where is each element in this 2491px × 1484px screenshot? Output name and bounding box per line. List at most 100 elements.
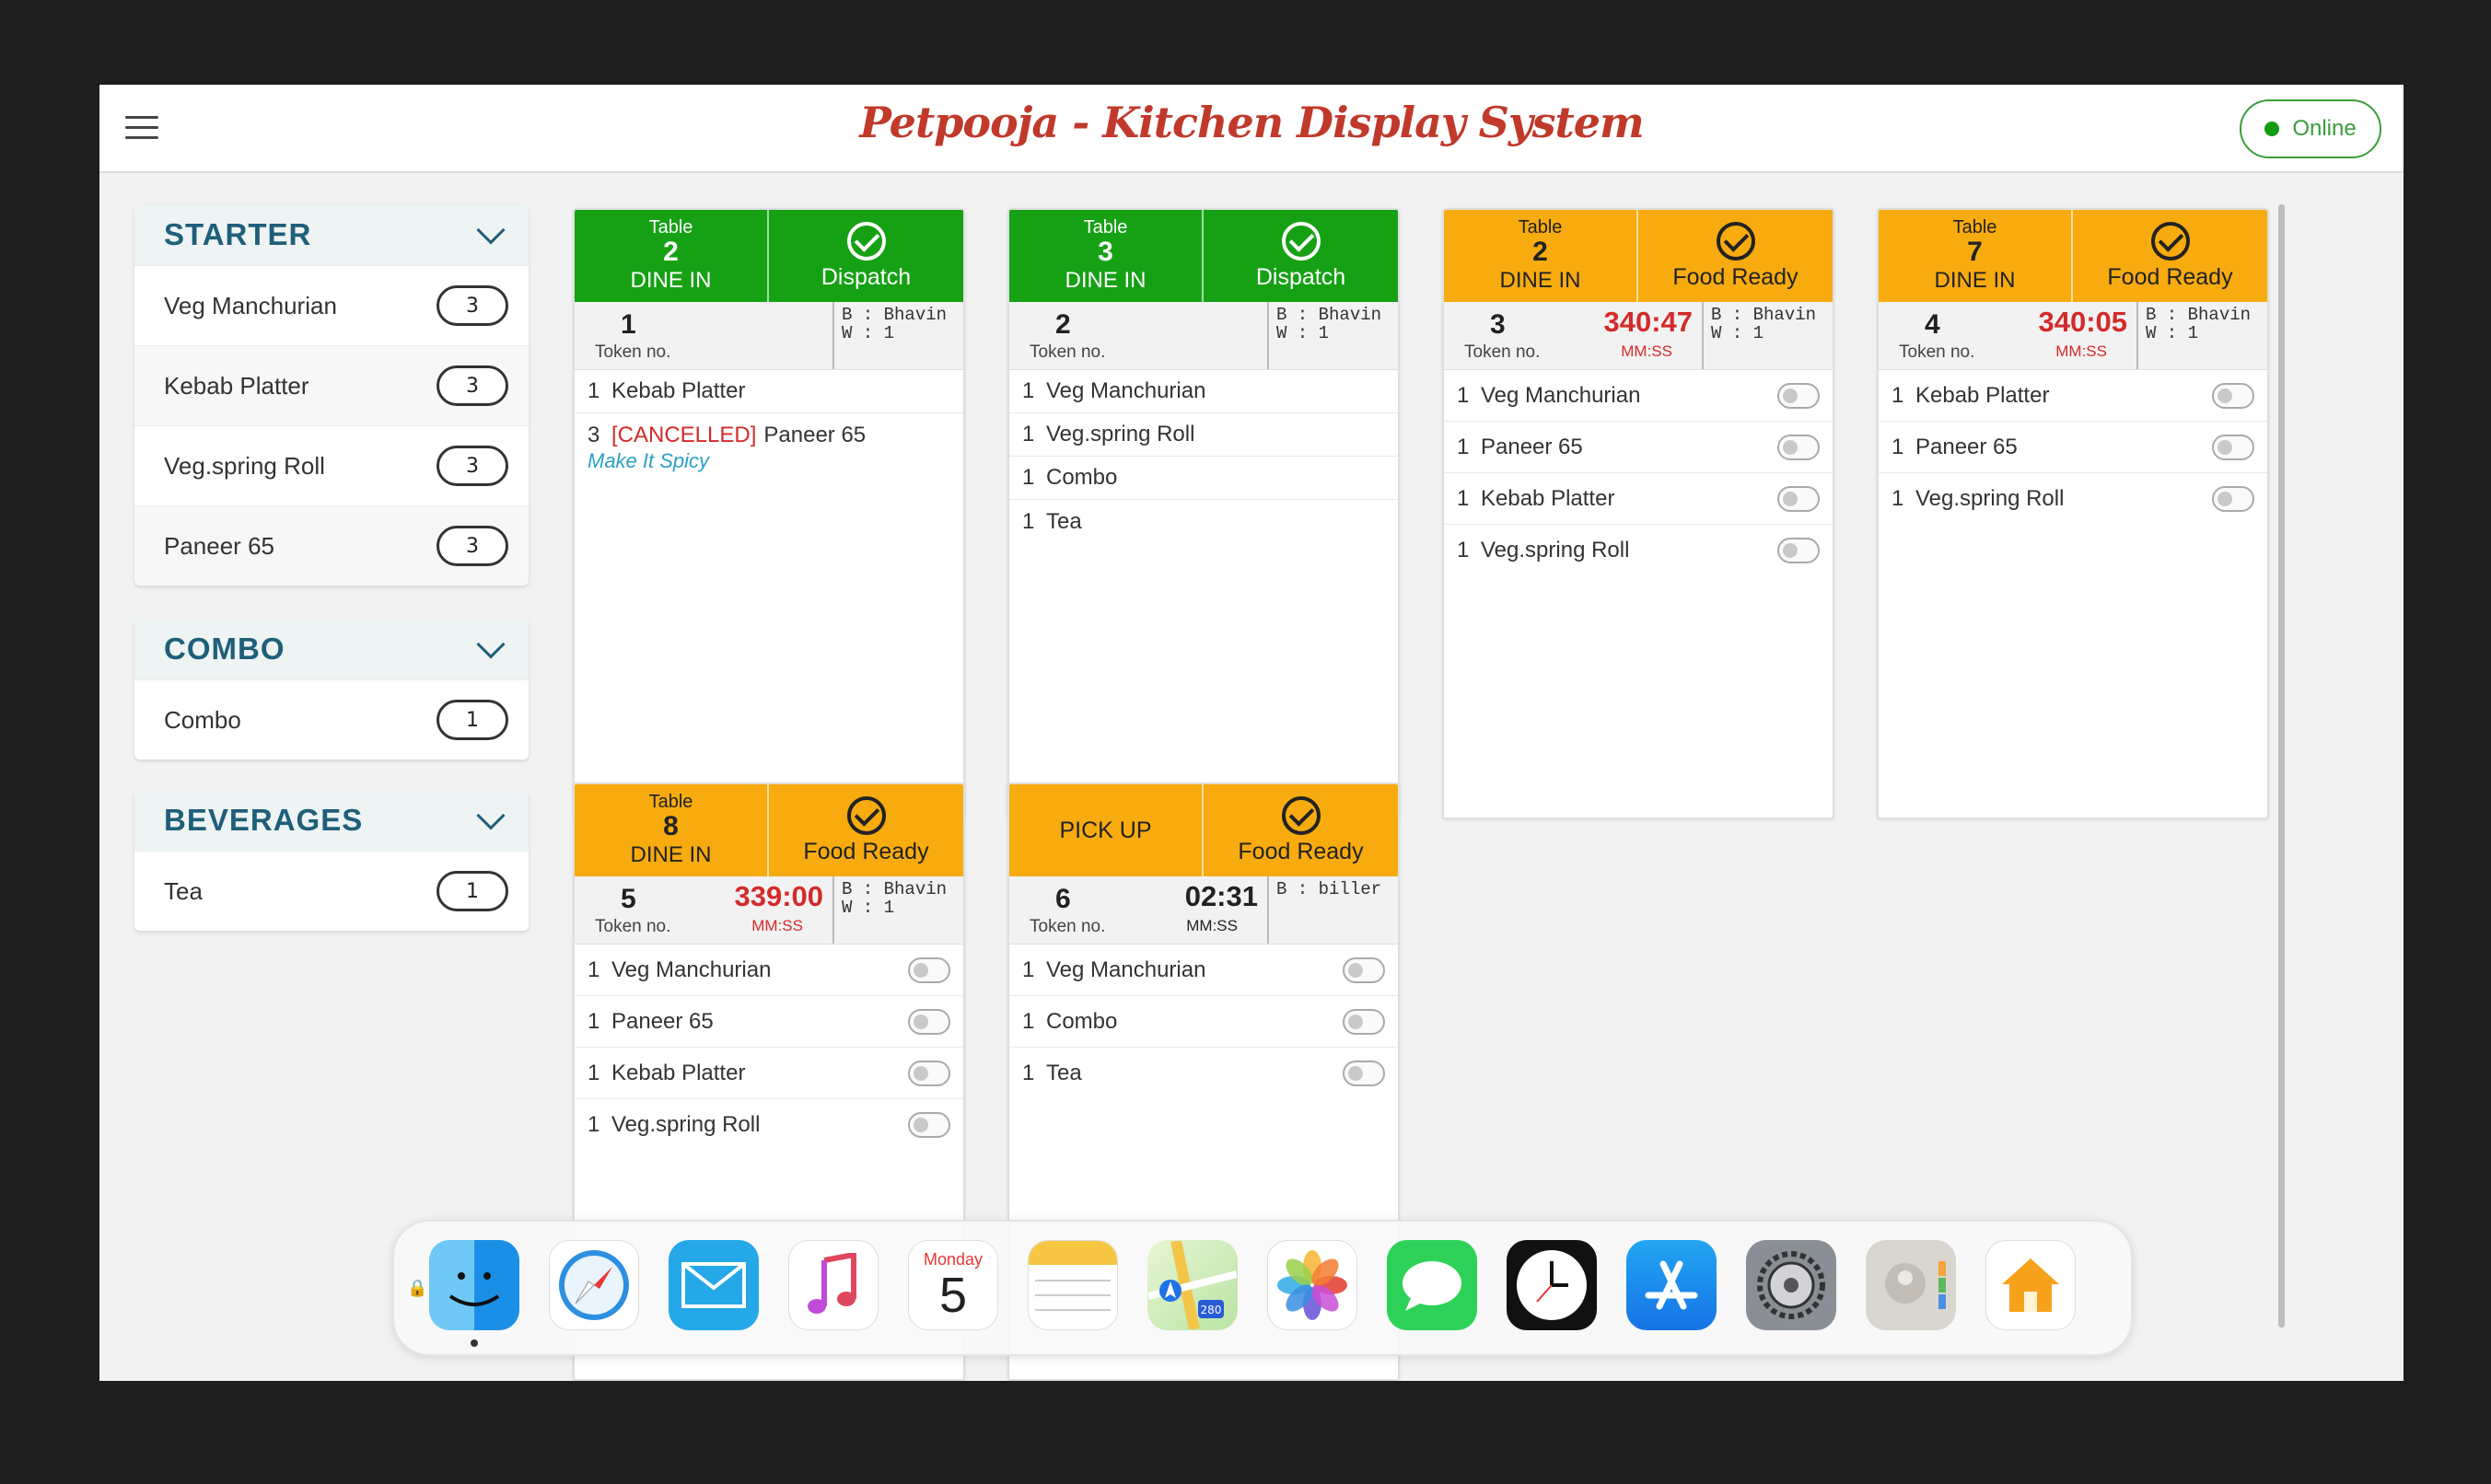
item-ready-toggle[interactable] <box>908 1060 950 1086</box>
messages-icon[interactable] <box>1387 1240 1477 1330</box>
order-card-header: Table 3 DINE IN Dispatch <box>1009 210 1398 302</box>
item-count-badge: 1 <box>437 700 508 740</box>
item-name: Combo <box>1046 1008 1118 1034</box>
settings-icon[interactable] <box>1746 1240 1836 1330</box>
item-ready-toggle[interactable] <box>1343 956 1385 983</box>
table-word: Table <box>648 792 693 812</box>
category-combo: COMBO Combo 1 <box>134 619 529 759</box>
table-number: 8 <box>663 811 679 841</box>
item-name: Kebab Platter <box>611 378 746 403</box>
item-count-badge: 3 <box>437 446 508 486</box>
token-label: Token no. <box>1030 917 1106 936</box>
item-name: Paneer 65 <box>611 1008 714 1034</box>
music-icon[interactable] <box>788 1240 879 1330</box>
food-ready-button[interactable]: Food Ready <box>1204 784 1398 876</box>
order-card: Table 7 DINE IN Food Ready 4 Token no. 3… <box>1877 208 2269 819</box>
category-item[interactable]: Veg.spring Roll 3 <box>134 425 529 505</box>
token-label: Token no. <box>1464 342 1541 362</box>
status-label: Food Ready <box>1238 838 1364 864</box>
item-ready-toggle[interactable] <box>1777 485 1820 512</box>
item-ready-toggle[interactable] <box>1777 382 1820 409</box>
table-info: Table 2 DINE IN <box>575 210 769 302</box>
category-header[interactable]: BEVERAGES <box>134 790 529 851</box>
dispatch-button[interactable]: Dispatch <box>1204 210 1398 302</box>
item-qty: 1 <box>1022 465 1035 490</box>
item-name: Veg Manchurian <box>1046 956 1206 982</box>
chevron-down-icon[interactable] <box>476 630 506 659</box>
item-ready-toggle[interactable] <box>908 1008 950 1035</box>
order-item: 1 Kebab Platter <box>575 370 963 413</box>
elapsed-timer: 339:00 <box>734 880 823 912</box>
chevron-down-icon[interactable] <box>476 801 506 830</box>
item-qty: 3 <box>588 422 600 447</box>
chevron-down-icon[interactable] <box>476 215 506 245</box>
table-word: Table <box>1952 217 1997 238</box>
food-ready-button[interactable]: Food Ready <box>2073 210 2267 302</box>
screen: Petpooja - Kitchen Display System Online… <box>99 85 2404 1381</box>
category-item[interactable]: Veg Manchurian 3 <box>134 265 529 345</box>
timer-unit-label: MM:SS <box>1186 917 1238 934</box>
order-card: Table 3 DINE IN Dispatch 2 Token no. B :… <box>1007 208 1400 819</box>
photos-icon[interactable] <box>1267 1240 1357 1330</box>
item-name: Veg.spring Roll <box>1046 422 1195 446</box>
clock-icon[interactable] <box>1507 1240 1597 1330</box>
category-item[interactable]: Tea 1 <box>134 851 529 931</box>
item-ready-toggle[interactable] <box>908 956 950 983</box>
order-item: 1 Veg Manchurian <box>1444 370 1833 422</box>
item-qty: 1 <box>1457 382 1470 408</box>
item-name: Veg Manchurian <box>1481 382 1641 408</box>
dispatch-button[interactable]: Dispatch <box>769 210 963 302</box>
maps-icon[interactable]: 280 <box>1147 1240 1238 1330</box>
online-status-button[interactable]: Online <box>2240 99 2381 158</box>
table-number: 2 <box>1532 237 1548 267</box>
category-item[interactable]: Kebab Platter 3 <box>134 345 529 425</box>
item-ready-toggle[interactable] <box>1777 538 1820 563</box>
order-item: 1 Veg Manchurian <box>1009 370 1398 413</box>
item-qty: 1 <box>1892 434 1904 459</box>
order-info: 2 Token no. B : Bhavin W : 1 <box>1009 302 1398 370</box>
waiter-name: W : 1 <box>842 898 895 918</box>
table-word: Table <box>648 217 693 238</box>
finder-icon[interactable] <box>429 1240 519 1330</box>
app-store-icon[interactable] <box>1626 1240 1717 1330</box>
item-ready-toggle[interactable] <box>1343 1061 1385 1086</box>
item-qty: 1 <box>588 378 600 403</box>
order-type: DINE IN <box>1065 268 1147 293</box>
item-ready-toggle[interactable] <box>2212 434 2254 460</box>
item-ready-toggle[interactable] <box>908 1112 950 1138</box>
category-item[interactable]: Paneer 65 3 <box>134 505 529 585</box>
notes-icon[interactable] <box>1028 1240 1118 1330</box>
item-ready-toggle[interactable] <box>2212 486 2254 512</box>
calendar-icon[interactable]: Monday 5 <box>908 1240 998 1330</box>
category-header[interactable]: STARTER <box>134 204 529 265</box>
check-circle-icon <box>1716 221 1755 261</box>
category-title: COMBO <box>164 632 285 666</box>
item-qty: 1 <box>1892 486 1904 511</box>
category-item[interactable]: Combo 1 <box>134 679 529 759</box>
status-label: Dispatch <box>821 263 912 290</box>
lock-icon: 🔒 <box>407 1279 428 1298</box>
vertical-scrollbar[interactable] <box>2278 204 2285 1327</box>
home-icon[interactable] <box>1985 1240 2076 1330</box>
check-circle-icon <box>2150 221 2190 261</box>
item-qty: 1 <box>588 956 600 982</box>
status-label: Food Ready <box>1672 263 1798 290</box>
item-name: Tea <box>1046 508 1082 534</box>
safari-icon[interactable] <box>549 1240 639 1330</box>
biller-name: B : biller <box>1276 879 1382 899</box>
item-ready-toggle[interactable] <box>1777 434 1820 460</box>
food-ready-button[interactable]: Food Ready <box>769 784 963 876</box>
item-qty: 1 <box>588 1112 600 1137</box>
category-title: STARTER <box>164 217 312 251</box>
category-header[interactable]: COMBO <box>134 619 529 679</box>
check-circle-icon <box>846 221 886 261</box>
food-ready-button[interactable]: Food Ready <box>1638 210 1833 302</box>
item-ready-toggle[interactable] <box>2212 382 2254 409</box>
order-card-header: Table 8 DINE IN Food Ready <box>575 784 963 876</box>
item-ready-toggle[interactable] <box>1343 1008 1385 1035</box>
mail-icon[interactable] <box>669 1240 759 1330</box>
item-count-badge: 3 <box>437 526 508 566</box>
device-frame: Petpooja - Kitchen Display System Online… <box>0 0 2491 1484</box>
cancelled-tag: [CANCELLED] <box>611 422 757 447</box>
contacts-icon[interactable] <box>1866 1240 1956 1330</box>
